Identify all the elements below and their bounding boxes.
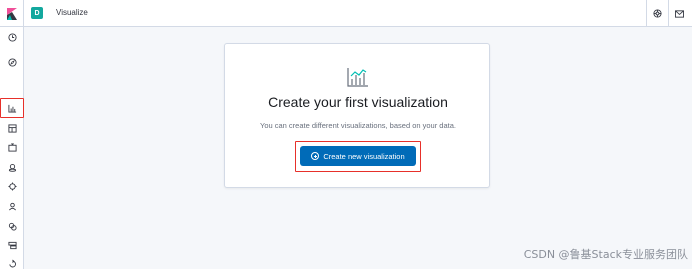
compass-icon xyxy=(7,57,17,67)
side-navigation xyxy=(0,27,24,269)
help-button[interactable] xyxy=(646,0,668,27)
maps-icon xyxy=(8,163,16,172)
plus-in-circle-icon xyxy=(311,152,320,160)
empty-state-description: You can create different visualizations,… xyxy=(260,121,456,130)
breadcrumb-title: Visualize xyxy=(56,8,88,17)
dashboard-icon xyxy=(7,123,17,133)
logs-icon xyxy=(8,222,17,231)
infrastructure-icon xyxy=(8,202,16,210)
nav-item-infrastructure[interactable] xyxy=(0,197,24,215)
visualize-app-icon xyxy=(347,68,368,87)
empty-state-title: Create your first visualization xyxy=(268,94,448,110)
clock-icon xyxy=(7,32,17,42)
nav-item-dashboard[interactable] xyxy=(0,119,24,137)
help-icon xyxy=(653,9,662,18)
nav-item-uptime[interactable] xyxy=(0,254,24,269)
nav-item-discover[interactable] xyxy=(0,53,24,71)
kibana-logo-icon xyxy=(6,7,17,20)
create-visualization-label: Create new visualization xyxy=(323,151,405,161)
nav-item-canvas[interactable] xyxy=(0,138,24,156)
create-visualization-button[interactable]: Create new visualization xyxy=(300,146,416,166)
nav-item-apm[interactable] xyxy=(0,236,24,254)
news-feed-button[interactable] xyxy=(668,0,690,27)
visualize-highlight-box xyxy=(0,98,24,118)
uptime-icon xyxy=(8,259,16,267)
watermark: CSDN @鲁基Stack专业服务团队 xyxy=(523,248,688,261)
canvas-icon xyxy=(7,142,17,152)
space-avatar[interactable]: D xyxy=(31,7,43,19)
nav-item-recently-viewed[interactable] xyxy=(0,28,24,46)
nav-item-machine-learning[interactable] xyxy=(0,177,24,195)
mail-icon xyxy=(675,9,684,18)
apm-icon xyxy=(7,241,17,249)
nav-item-logs[interactable] xyxy=(0,217,24,235)
kibana-logo[interactable] xyxy=(0,0,24,27)
empty-state-panel: Create your first visualization You can … xyxy=(224,43,490,188)
top-header: D Visualize xyxy=(0,0,692,27)
nav-item-maps[interactable] xyxy=(0,158,24,176)
machine-learning-icon xyxy=(7,181,17,191)
